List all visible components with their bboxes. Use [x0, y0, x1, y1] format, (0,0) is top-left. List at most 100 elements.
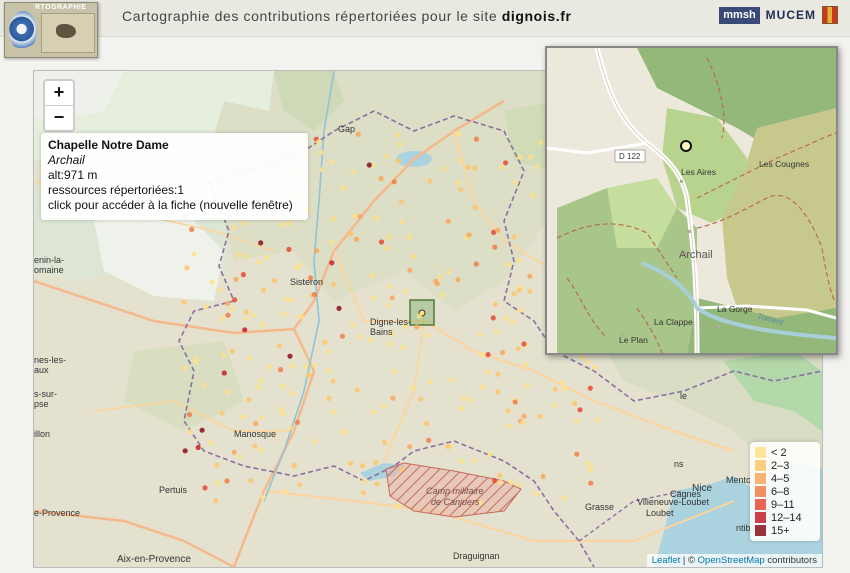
contribution-dot[interactable] [585, 359, 591, 366]
contribution-dot[interactable] [588, 467, 594, 474]
contribution-dot[interactable] [473, 136, 480, 142]
contribution-dot[interactable] [534, 164, 540, 170]
contribution-dot[interactable] [448, 377, 455, 383]
contribution-dot[interactable] [552, 386, 558, 392]
contribution-dot[interactable] [425, 332, 431, 338]
cartography-logo[interactable]: RTOGRAPHIE [4, 2, 98, 58]
contribution-dot[interactable] [278, 367, 284, 373]
contribution-dot[interactable] [433, 278, 439, 284]
contribution-dot[interactable] [382, 439, 388, 446]
contribution-dot[interactable] [326, 395, 332, 401]
contribution-dot[interactable] [287, 425, 293, 431]
contribution-dot[interactable] [331, 281, 337, 287]
contribution-dot[interactable] [353, 236, 360, 242]
contribution-dot[interactable] [367, 337, 373, 343]
contribution-dot[interactable] [424, 421, 430, 427]
contribution-dot[interactable] [342, 430, 348, 436]
contribution-dot[interactable] [516, 258, 522, 264]
contribution-dot[interactable] [271, 278, 277, 284]
contribution-dot[interactable] [386, 234, 392, 240]
contribution-dot[interactable] [220, 316, 226, 322]
mucem-logo[interactable]: MUCEM [766, 8, 816, 22]
contribution-dot[interactable] [360, 463, 366, 469]
contribution-dot[interactable] [592, 365, 598, 371]
contribution-dot[interactable] [221, 370, 227, 376]
contribution-dot[interactable] [260, 494, 266, 500]
contribution-dot[interactable] [516, 482, 523, 488]
contribution-dot[interactable] [416, 313, 422, 319]
contribution-dot[interactable] [259, 322, 265, 328]
contribution-dot[interactable] [286, 246, 292, 252]
contribution-dot[interactable] [510, 319, 516, 325]
contribution-dot[interactable] [306, 372, 312, 378]
contribution-dot[interactable] [258, 447, 264, 453]
contribution-dot[interactable] [311, 291, 318, 298]
contribution-dot[interactable] [350, 169, 356, 175]
contribution-dot[interactable] [278, 406, 284, 412]
contribution-dot[interactable] [224, 300, 230, 306]
contribution-dot[interactable] [411, 253, 417, 260]
contribution-dot[interactable] [240, 414, 246, 420]
contribution-dot[interactable] [521, 341, 527, 347]
contribution-dot[interactable] [249, 312, 256, 318]
contribution-dot[interactable] [259, 415, 265, 421]
contribution-dot[interactable] [391, 368, 398, 374]
contribution-dot[interactable] [280, 383, 286, 389]
contribution-dot[interactable] [508, 479, 514, 485]
contribution-dot[interactable] [373, 459, 379, 466]
contribution-dot[interactable] [497, 472, 503, 478]
contribution-dot[interactable] [242, 327, 248, 333]
contribution-dot[interactable] [263, 254, 269, 260]
contribution-dot[interactable] [495, 389, 501, 395]
contribution-dot[interactable] [282, 488, 288, 495]
contribution-dot[interactable] [348, 231, 354, 237]
contribution-dot[interactable] [437, 274, 443, 280]
contribution-dot[interactable] [409, 385, 415, 391]
contribution-dot[interactable] [311, 362, 317, 368]
contribution-dot[interactable] [181, 299, 187, 305]
contribution-dot[interactable] [315, 139, 321, 145]
contribution-dot[interactable] [512, 399, 518, 405]
contribution-dot[interactable] [370, 295, 376, 301]
contribution-dot[interactable] [294, 419, 301, 425]
contribution-dot[interactable] [224, 478, 230, 484]
contribution-dot[interactable] [455, 180, 461, 186]
contribution-dot[interactable] [537, 413, 543, 419]
contribution-dot[interactable] [407, 267, 413, 273]
zoom-out-button[interactable]: − [45, 105, 73, 130]
contribution-dot[interactable] [472, 204, 478, 211]
contribution-dot[interactable] [339, 333, 345, 339]
contribution-dot[interactable] [441, 166, 447, 172]
contribution-dot[interactable] [199, 427, 205, 433]
contribution-dot[interactable] [455, 277, 461, 283]
contribution-dot[interactable] [351, 213, 357, 219]
contribution-dot[interactable] [387, 341, 393, 347]
contribution-dot[interactable] [534, 490, 540, 497]
contribution-dot[interactable] [240, 272, 246, 278]
contribution-dot[interactable] [348, 460, 354, 466]
contribution-dot[interactable] [336, 305, 342, 311]
contribution-dot[interactable] [521, 413, 527, 419]
site-open-link[interactable]: click pour accéder à la fiche (nouvelle … [48, 198, 301, 213]
contribution-dot[interactable] [202, 485, 208, 491]
contribution-dot[interactable] [361, 478, 367, 484]
contribution-dot[interactable] [276, 343, 282, 349]
contribution-dot[interactable] [573, 418, 579, 424]
contribution-dot[interactable] [527, 288, 533, 294]
contribution-dot[interactable] [562, 386, 568, 392]
contribution-dot[interactable] [356, 334, 362, 340]
contribution-dot[interactable] [283, 296, 290, 302]
contribution-dot[interactable] [318, 150, 324, 156]
contribution-dot[interactable] [248, 478, 254, 484]
contribution-dot[interactable] [326, 368, 332, 374]
contribution-dot[interactable] [579, 354, 586, 360]
contribution-dot[interactable] [374, 481, 380, 487]
contribution-dot[interactable] [459, 406, 465, 412]
contribution-dot[interactable] [427, 178, 433, 184]
contribution-dot[interactable] [286, 220, 292, 226]
contribution-dot[interactable] [399, 219, 405, 225]
contribution-dot[interactable] [503, 160, 509, 166]
contribution-dot[interactable] [297, 314, 303, 320]
contribution-dot[interactable] [540, 473, 546, 480]
contribution-dot[interactable] [287, 353, 293, 359]
